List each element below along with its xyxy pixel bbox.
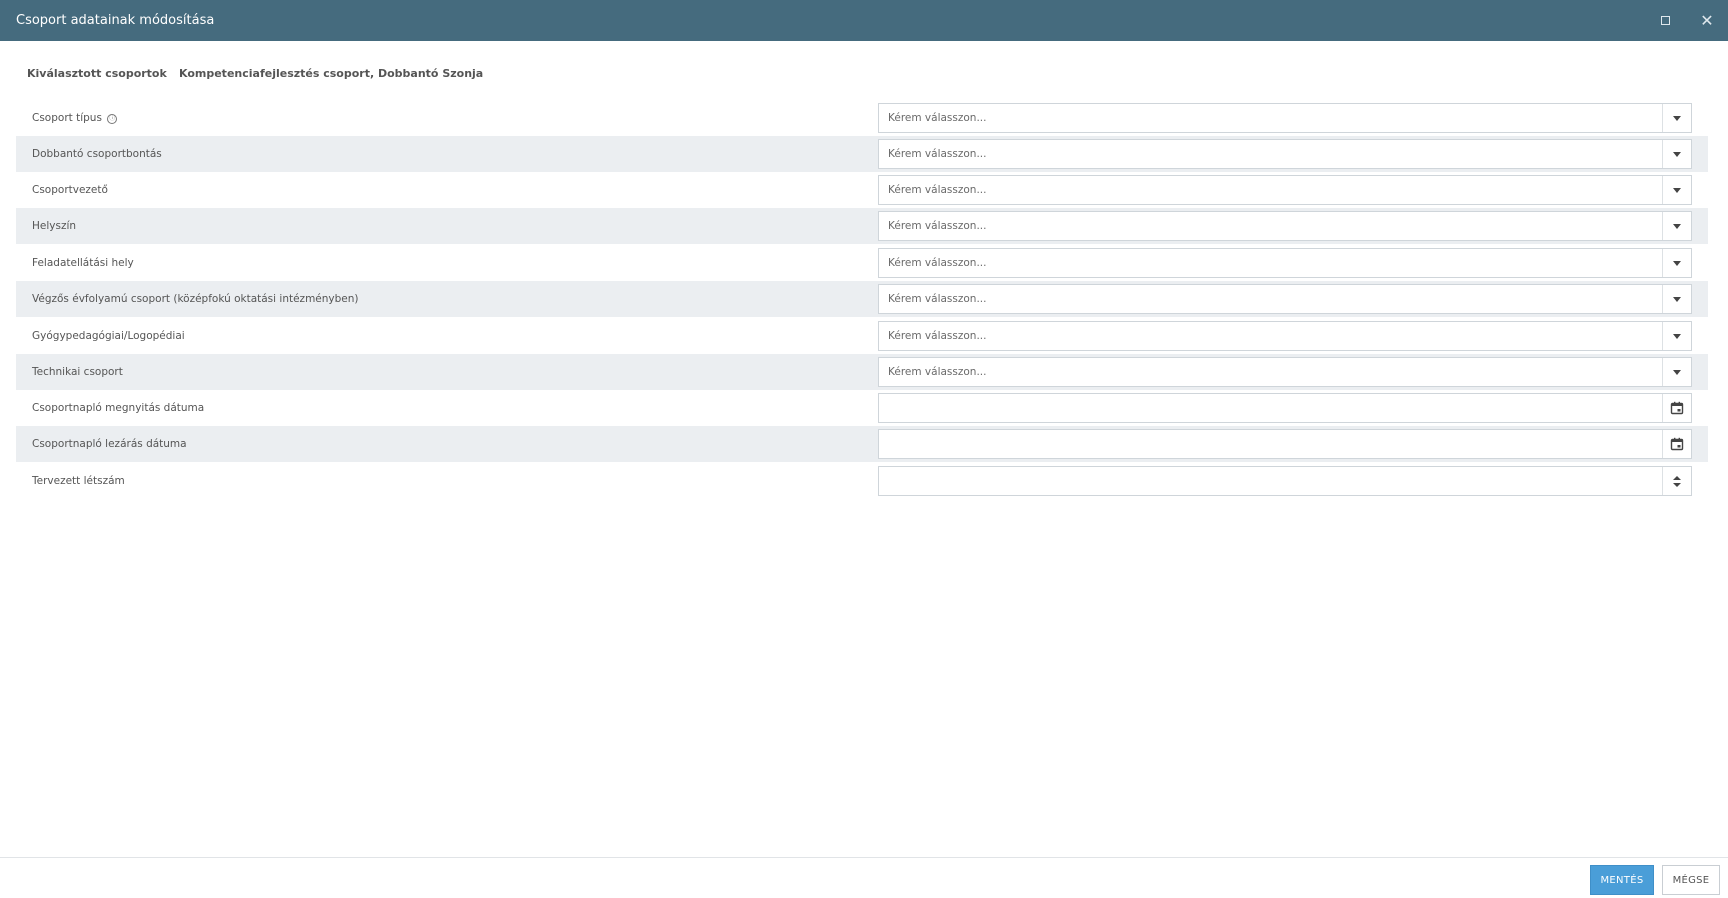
dropdown-toggle[interactable] xyxy=(1662,358,1691,386)
select-placeholder: Kérem válasszon... xyxy=(888,148,987,160)
cancel-button[interactable]: MÉGSE xyxy=(1662,865,1720,895)
maximize-button[interactable] xyxy=(1650,0,1680,41)
close-icon: ✕ xyxy=(1700,10,1714,30)
dialog-titlebar: Csoport adatainak módosítása ✕ xyxy=(0,0,1728,41)
form-row-planned-headcount: Tervezett létszám xyxy=(16,463,1708,499)
form-row-log-open-date: Csoportnapló megnyitás dátuma xyxy=(16,390,1708,426)
dropdown-toggle[interactable] xyxy=(1662,212,1691,240)
chevron-down-icon xyxy=(1673,187,1681,193)
chevron-down-icon xyxy=(1673,333,1681,339)
field-label: Feladatellátási hely xyxy=(32,257,134,269)
technical-group-select[interactable]: Kérem válasszon... xyxy=(878,357,1692,387)
field-label: Technikai csoport xyxy=(32,366,123,378)
form-row-location: Helyszín Kérem válasszon... xyxy=(16,208,1708,244)
chevron-down-icon xyxy=(1673,151,1681,157)
select-placeholder: Kérem válasszon... xyxy=(888,184,987,196)
stepper-down-icon[interactable] xyxy=(1673,482,1681,487)
select-placeholder: Kérem válasszon... xyxy=(888,112,987,124)
chevron-down-icon xyxy=(1673,223,1681,229)
planned-headcount-input[interactable] xyxy=(879,467,1665,495)
selected-groups-value: Kompetenciafejlesztés csoport, Dobbantó … xyxy=(179,67,484,80)
footer-divider xyxy=(0,857,1728,858)
calendar-icon xyxy=(1670,401,1684,415)
select-placeholder: Kérem válasszon... xyxy=(888,366,987,378)
group-leader-select[interactable]: Kérem válasszon... xyxy=(878,175,1692,205)
select-placeholder: Kérem válasszon... xyxy=(888,330,987,342)
location-select[interactable]: Kérem válasszon... xyxy=(878,211,1692,241)
field-label: Végzős évfolyamú csoport (középfokú okta… xyxy=(32,293,359,305)
dropdown-toggle[interactable] xyxy=(1662,249,1691,277)
form-row-technical-group: Technikai csoport Kérem válasszon... xyxy=(16,354,1708,390)
form-row-final-year-group: Végzős évfolyamú csoport (középfokú okta… xyxy=(16,281,1708,317)
field-label: Dobbantó csoportbontás xyxy=(32,148,162,160)
stepper-up-icon[interactable] xyxy=(1673,475,1681,480)
field-label: Csoportnapló megnyitás dátuma xyxy=(32,402,205,414)
close-button[interactable]: ✕ xyxy=(1692,0,1722,41)
dropdown-toggle[interactable] xyxy=(1662,104,1691,132)
chevron-down-icon xyxy=(1673,115,1681,121)
field-label: Csoportvezető xyxy=(32,184,108,196)
dropdown-toggle[interactable] xyxy=(1662,140,1691,168)
dialog-title: Csoport adatainak módosítása xyxy=(16,13,215,28)
group-type-select[interactable]: Kérem válasszon... xyxy=(878,103,1692,133)
save-button[interactable]: MENTÉS xyxy=(1590,865,1654,895)
date-picker-button[interactable] xyxy=(1662,394,1691,422)
log-close-date-input[interactable] xyxy=(879,430,1665,458)
maximize-icon xyxy=(1660,16,1670,25)
selected-groups-label: Kiválasztott csoportok xyxy=(27,67,167,80)
form-row-group-leader: Csoportvezető Kérem válasszon... xyxy=(16,172,1708,208)
info-icon[interactable]: ⓘ xyxy=(107,114,118,124)
field-label: Helyszín xyxy=(32,220,77,232)
service-site-select[interactable]: Kérem válasszon... xyxy=(878,248,1692,278)
selected-groups-row: Kiválasztott csoportok Kompetenciafejles… xyxy=(0,64,1728,84)
dobbanto-split-select[interactable]: Kérem válasszon... xyxy=(878,139,1692,169)
log-open-date-input[interactable] xyxy=(879,394,1665,422)
planned-headcount-field[interactable] xyxy=(878,466,1692,496)
select-placeholder: Kérem válasszon... xyxy=(888,220,987,232)
dropdown-toggle[interactable] xyxy=(1662,176,1691,204)
field-label: Csoport típus ⓘ xyxy=(32,112,118,124)
log-close-date-field[interactable] xyxy=(878,429,1692,459)
special-education-select[interactable]: Kérem válasszon... xyxy=(878,321,1692,351)
form-row-service-site: Feladatellátási hely Kérem válasszon... xyxy=(16,245,1708,281)
calendar-icon xyxy=(1670,437,1684,451)
select-placeholder: Kérem válasszon... xyxy=(888,257,987,269)
dropdown-toggle[interactable] xyxy=(1662,322,1691,350)
form-row-log-close-date: Csoportnapló lezárás dátuma xyxy=(16,426,1708,462)
form-row-special-education: Gyógypedagógiai/Logopédiai Kérem válassz… xyxy=(16,318,1708,354)
log-open-date-field[interactable] xyxy=(878,393,1692,423)
number-stepper[interactable] xyxy=(1662,467,1691,495)
field-label: Gyógypedagógiai/Logopédiai xyxy=(32,330,185,342)
form-row-dobbanto-split: Dobbantó csoportbontás Kérem válasszon..… xyxy=(16,136,1708,172)
chevron-down-icon xyxy=(1673,260,1681,266)
chevron-down-icon xyxy=(1673,369,1681,375)
final-year-group-select[interactable]: Kérem válasszon... xyxy=(878,284,1692,314)
chevron-down-icon xyxy=(1673,296,1681,302)
select-placeholder: Kérem válasszon... xyxy=(888,293,987,305)
form-row-group-type: Csoport típus ⓘ Kérem válasszon... xyxy=(16,100,1708,136)
field-label: Tervezett létszám xyxy=(32,475,125,487)
date-picker-button[interactable] xyxy=(1662,430,1691,458)
dropdown-toggle[interactable] xyxy=(1662,285,1691,313)
field-label: Csoportnapló lezárás dátuma xyxy=(32,438,187,450)
